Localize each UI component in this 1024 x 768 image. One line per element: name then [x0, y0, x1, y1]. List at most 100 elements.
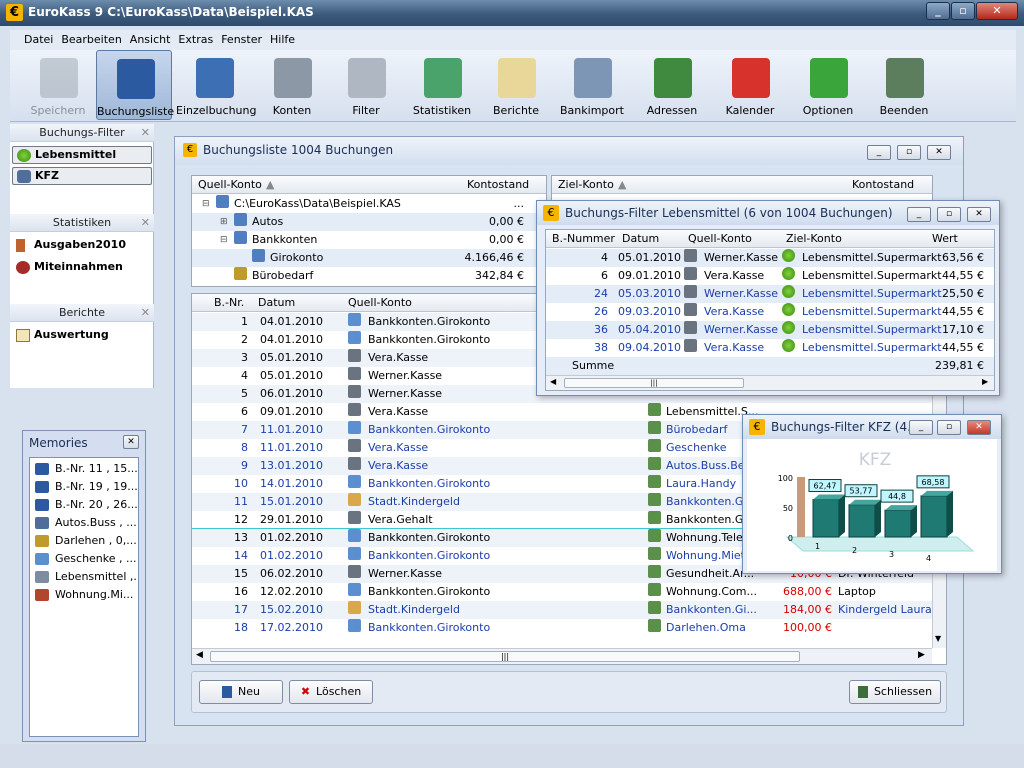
menu-datei[interactable]: Datei	[24, 30, 53, 46]
close-icon[interactable]: ✕	[123, 435, 139, 449]
collapse-icon[interactable]: ⊟	[220, 231, 228, 249]
menu-hilfe[interactable]: Hilfe	[270, 30, 295, 46]
toolbar-konten-button[interactable]: Konten	[254, 50, 330, 120]
minimize-button[interactable]: _	[867, 145, 891, 160]
account-icon	[348, 457, 361, 470]
scroll-down-icon[interactable]: ▼	[935, 634, 941, 643]
scroll-right-icon[interactable]: ▶	[982, 377, 988, 386]
apple-icon	[782, 339, 795, 352]
chart-bar[interactable]	[848, 504, 876, 538]
tree-row[interactable]: ⊟ Bankkonten 0,00 €	[192, 231, 546, 249]
maximize-button[interactable]: ▫	[937, 420, 961, 435]
menu-ansicht[interactable]: Ansicht	[130, 30, 171, 46]
title-bar[interactable]: € EuroKass 9 C:\EuroKass\Data\Beispiel.K…	[0, 0, 1024, 26]
filter-item-lebensmittel[interactable]: Lebensmittel	[12, 146, 152, 164]
chart-bar[interactable]	[884, 509, 912, 538]
delete-button[interactable]: ✖ Löschen	[289, 680, 373, 704]
memory-item[interactable]: B.-Nr. 19 , 19....	[33, 478, 137, 496]
new-button[interactable]: Neu	[199, 680, 283, 704]
horizontal-scrollbar[interactable]: ◀ ||| ▶	[192, 648, 932, 664]
toolbar-statistiken-button[interactable]: Statistiken	[404, 50, 480, 120]
toolbar-speichern-button[interactable]: Speichern	[20, 50, 96, 120]
stat-item-miteinnahmen[interactable]: Miteinnahmen	[12, 259, 152, 277]
column-header[interactable]: Kontostand	[467, 176, 529, 193]
close-button[interactable]: ✕	[976, 2, 1018, 20]
table-row[interactable]: 17 15.02.2010 Stadt.Kindergeld Bankkonten.G…	[192, 601, 932, 619]
table-row[interactable]: 4 05.01.2010 Werner.Kasse Lebensmittel.Supe…	[546, 249, 994, 267]
table-row[interactable]: 26 09.03.2010 Vera.Kasse Lebensmittel.Super…	[546, 303, 994, 321]
toolbar-berichte-button[interactable]: Berichte	[478, 50, 554, 120]
horizontal-scrollbar[interactable]: ◀ ||| ▶	[546, 375, 994, 390]
status-bar	[0, 744, 1024, 768]
memory-item[interactable]: Wohnung.Mi...	[33, 586, 137, 604]
maximize-button[interactable]: ▫	[937, 207, 961, 222]
menu-extras[interactable]: Extras	[178, 30, 213, 46]
menu-bearbeiten[interactable]: Bearbeiten	[61, 30, 121, 46]
close-icon[interactable]: ✕	[141, 214, 150, 232]
minimize-button[interactable]: _	[907, 207, 931, 222]
account-icon	[234, 213, 247, 226]
stat-item-ausgaben2010[interactable]: Ausgaben2010	[12, 237, 152, 255]
chart-bar[interactable]	[812, 499, 840, 538]
toolbar-kalender-button[interactable]: Kalender	[712, 50, 788, 120]
toolbar-buchungsliste-button[interactable]: Buchungsliste	[96, 50, 174, 120]
tree-row[interactable]: ⊟ C:\EuroKass\Data\Beispiel.KAS...	[192, 195, 546, 213]
close-button[interactable]: ✕	[967, 420, 991, 435]
column-header[interactable]: Ziel-Konto	[558, 176, 614, 193]
column-header[interactable]: B.-Nummer	[552, 230, 615, 247]
toolbar-bankimport-button[interactable]: Bankimport	[554, 50, 630, 120]
close-icon[interactable]: ✕	[141, 304, 150, 322]
tree-row[interactable]: ⊞ Autos 0,00 €	[192, 213, 546, 231]
toolbar-beenden-button[interactable]: Beenden	[866, 50, 942, 120]
filter-item-kfz[interactable]: KFZ	[12, 167, 152, 185]
column-header-nr[interactable]: B.-Nr.	[214, 294, 244, 311]
column-header[interactable]: Quell-Konto	[198, 176, 262, 193]
memory-item[interactable]: Darlehen , 0,...	[33, 532, 137, 550]
column-header[interactable]: Datum	[622, 230, 659, 247]
close-button[interactable]: ✕	[967, 207, 991, 222]
maximize-button[interactable]: ▫	[951, 2, 975, 20]
close-button[interactable]: ✕	[927, 145, 951, 160]
memory-item[interactable]: B.-Nr. 11 , 15....	[33, 460, 137, 478]
scroll-left-icon[interactable]: ◀	[550, 377, 556, 386]
collapse-icon[interactable]: ⊟	[202, 195, 210, 213]
column-header-quell[interactable]: Quell-Konto	[348, 294, 412, 311]
scrollbar-thumb[interactable]: |||	[564, 378, 744, 388]
close-icon[interactable]: ✕	[141, 124, 150, 142]
toolbar-adressen-button[interactable]: Adressen	[634, 50, 710, 120]
cell-source: Werner.Kasse	[704, 323, 779, 336]
report-item-auswertung[interactable]: Auswertung	[12, 327, 152, 345]
memory-item[interactable]: Geschenke , ...	[33, 550, 137, 568]
table-row[interactable]: 18 17.02.2010 Bankkonten.Girokonto Darlehen…	[192, 619, 932, 637]
table-row[interactable]: 16 12.02.2010 Bankkonten.Girokonto Wohnung.…	[192, 583, 932, 601]
maximize-button[interactable]: ▫	[897, 145, 921, 160]
scroll-left-icon[interactable]: ◀	[196, 650, 203, 660]
stat-item-label: Miteinnahmen	[34, 260, 123, 273]
table-row[interactable]: 38 09.04.2010 Vera.Kasse Lebensmittel.Super…	[546, 339, 994, 357]
minimize-button[interactable]: _	[926, 2, 950, 20]
tree-row[interactable]: Bürobedarf 342,84 €	[192, 267, 546, 285]
column-header[interactable]: Ziel-Konto	[786, 230, 842, 247]
minimize-button[interactable]: _	[909, 420, 933, 435]
toolbar-optionen-button[interactable]: Optionen	[790, 50, 866, 120]
toolbar-filter-button[interactable]: Filter	[328, 50, 404, 120]
toolbar-einzelbuchung-button[interactable]: Einzelbuchung	[176, 50, 256, 120]
table-row[interactable]: 6 09.01.2010 Vera.Kasse Lebensmittel.Superm…	[546, 267, 994, 285]
column-header-datum[interactable]: Datum	[258, 294, 295, 311]
memory-item[interactable]: Autos.Buss , ...	[33, 514, 137, 532]
table-row[interactable]: 36 05.04.2010 Werner.Kasse Lebensmittel.Sup…	[546, 321, 994, 339]
close-window-button[interactable]: Schliessen	[849, 680, 941, 704]
table-row[interactable]: 24 05.03.2010 Werner.Kasse Lebensmittel.Sup…	[546, 285, 994, 303]
memory-item[interactable]: B.-Nr. 20 , 26....	[33, 496, 137, 514]
tree-row[interactable]: Girokonto 4.166,46 €	[192, 249, 546, 267]
column-header[interactable]: Quell-Konto	[688, 230, 752, 247]
chart-bar[interactable]	[920, 495, 948, 538]
scroll-right-icon[interactable]: ▶	[918, 650, 925, 660]
memory-item[interactable]: Lebensmittel ,...	[33, 568, 137, 586]
kfz-titlebar[interactable]: Buchungs-Filter KFZ (4...	[743, 415, 1001, 439]
menu-fenster[interactable]: Fenster	[221, 30, 262, 46]
scrollbar-thumb[interactable]: |||	[210, 651, 800, 662]
column-header[interactable]: Wert	[932, 230, 958, 247]
column-header[interactable]: Kontostand	[852, 176, 914, 193]
expand-icon[interactable]: ⊞	[220, 213, 228, 231]
